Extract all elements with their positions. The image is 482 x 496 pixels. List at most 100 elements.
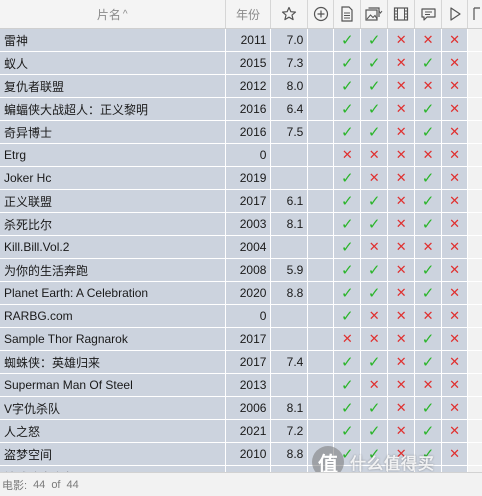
- table-row[interactable]: 为你的生活奔跑 2008 5.9 ✓ ✓ ✕ ✓ ✕: [0, 259, 482, 282]
- cell-nfo: ✕: [334, 144, 362, 166]
- column-header-fanart[interactable]: [388, 0, 416, 28]
- cell-trailer: ✕: [442, 328, 469, 350]
- scrollbar-track[interactable]: [468, 75, 482, 97]
- table-row[interactable]: Joker Hc 2019 ✓ ✕ ✕ ✓ ✕: [0, 167, 482, 190]
- cell-images: ✓: [361, 190, 389, 212]
- scrollbar-track[interactable]: [468, 328, 482, 350]
- table-row[interactable]: Sample Thor Ragnarok 2017 ✕ ✕ ✕ ✓ ✕: [0, 328, 482, 351]
- scrollbar-track[interactable]: [468, 144, 482, 166]
- scrollbar-track[interactable]: [468, 190, 482, 212]
- scrollbar-track[interactable]: [468, 121, 482, 143]
- cell-fanart: ✕: [388, 282, 416, 304]
- cell-rating: [271, 305, 309, 327]
- cell-trailer: ✕: [442, 29, 469, 51]
- cell-nfo: ✓: [334, 282, 362, 304]
- cell-fanart: ✕: [388, 98, 416, 120]
- cell-images: ✓: [361, 29, 389, 51]
- speech-bubble-icon: [420, 8, 436, 21]
- cross-icon: ✕: [395, 331, 407, 346]
- table-row[interactable]: 蜘蛛侠：英雄归来 2017 7.4 ✓ ✓ ✕ ✓ ✕: [0, 351, 482, 374]
- cell-images: ✕: [361, 144, 389, 166]
- cell-blank: [308, 397, 335, 419]
- scrollbar-track[interactable]: [468, 374, 482, 396]
- scrollbar-track[interactable]: [468, 443, 482, 465]
- cell-rating: 6.1: [271, 190, 309, 212]
- table-row[interactable]: 正义联盟 2017 6.1 ✓ ✓ ✕ ✓ ✕: [0, 190, 482, 213]
- table-row[interactable]: 杀死比尔 2003 8.1 ✓ ✓ ✕ ✓ ✕: [0, 213, 482, 236]
- column-header-trailer[interactable]: [442, 0, 469, 28]
- cell-year: 0: [225, 144, 272, 166]
- table-row[interactable]: 复仇者联盟 2012 8.0 ✓ ✓ ✕ ✕ ✕: [0, 75, 482, 98]
- status-label: 电影:: [2, 479, 28, 492]
- cross-icon: ✕: [422, 78, 434, 93]
- scrollbar-track[interactable]: [468, 98, 482, 120]
- cell-trailer: ✕: [442, 121, 469, 143]
- cell-subtitles: ✕: [415, 236, 443, 258]
- cell-nfo: ✓: [334, 420, 362, 442]
- scrollbar-track[interactable]: [468, 236, 482, 258]
- cell-subtitles: ✓: [415, 259, 443, 281]
- column-header-year[interactable]: 年份: [225, 0, 272, 28]
- scrollbar-track[interactable]: [468, 305, 482, 327]
- cell-nfo: ✓: [334, 190, 362, 212]
- check-icon: ✓: [421, 170, 435, 187]
- cell-year: 2015: [225, 52, 272, 74]
- play-icon: [449, 7, 461, 21]
- scrollbar-track[interactable]: [468, 397, 482, 419]
- cell-fanart: ✕: [388, 75, 416, 97]
- cell-images: ✓: [361, 52, 389, 74]
- cell-trailer: ✕: [442, 259, 469, 281]
- scrollbar-track[interactable]: [468, 29, 482, 51]
- cell-subtitles: ✓: [415, 397, 443, 419]
- table-row[interactable]: 蚁人 2015 7.3 ✓ ✓ ✕ ✓ ✕: [0, 52, 482, 75]
- cell-rating: 6.4: [271, 98, 309, 120]
- table-row[interactable]: 蝙蝠侠大战超人：正义黎明 2016 6.4 ✓ ✓ ✕ ✓ ✕: [0, 98, 482, 121]
- cell-title: 复仇者联盟: [0, 75, 226, 97]
- column-header-nfo[interactable]: [334, 0, 362, 28]
- cell-year: 2017: [225, 351, 272, 373]
- table-row[interactable]: V字仇杀队 2006 8.1 ✓ ✓ ✕ ✓ ✕: [0, 397, 482, 420]
- table-row[interactable]: 雷神 2011 7.0 ✓ ✓ ✕ ✕ ✕: [0, 29, 482, 52]
- cell-rating: [271, 236, 309, 258]
- scrollbar-track[interactable]: [468, 213, 482, 235]
- table-row[interactable]: RARBG.com 0 ✓ ✕ ✕ ✕ ✕: [0, 305, 482, 328]
- scrollbar-track[interactable]: [468, 282, 482, 304]
- column-header-images[interactable]: [361, 0, 389, 28]
- check-icon: ✓: [340, 239, 354, 256]
- cell-year: 2008: [225, 259, 272, 281]
- table-row[interactable]: 奇异博士 2016 7.5 ✓ ✓ ✕ ✓ ✕: [0, 121, 482, 144]
- cell-subtitles: ✓: [415, 121, 443, 143]
- cross-icon: ✕: [368, 170, 380, 185]
- check-icon: ✓: [421, 216, 435, 233]
- cell-nfo: ✓: [334, 236, 362, 258]
- cell-trailer: ✕: [442, 443, 469, 465]
- scrollbar-track[interactable]: [468, 167, 482, 189]
- cell-year: 2016: [225, 121, 272, 143]
- table-row[interactable]: Etrg 0 ✕ ✕ ✕ ✕ ✕: [0, 144, 482, 167]
- cross-icon: ✕: [449, 262, 460, 277]
- cell-title: V字仇杀队: [0, 397, 226, 419]
- column-header-title-label: 片名: [96, 7, 121, 22]
- column-header-subtitles[interactable]: [415, 0, 443, 28]
- cell-title: 奇异博士: [0, 121, 226, 143]
- column-header-rating[interactable]: [271, 0, 309, 28]
- scrollbar-track[interactable]: [468, 351, 482, 373]
- cell-images: ✕: [361, 305, 389, 327]
- cross-icon: ✕: [395, 147, 407, 162]
- cell-title: 杀死比尔: [0, 213, 226, 235]
- scrollbar-track[interactable]: [468, 420, 482, 442]
- add-circle-icon: [313, 6, 328, 22]
- cell-nfo: ✕: [334, 328, 362, 350]
- cell-title: 为你的生活奔跑: [0, 259, 226, 281]
- table-row[interactable]: Planet Earth: A Celebration 2020 8.8 ✓ ✓ ✕ ✓ ✕: [0, 282, 482, 305]
- cell-fanart: ✕: [388, 351, 416, 373]
- cross-icon: ✕: [449, 216, 460, 231]
- table-row[interactable]: 人之怒 2021 7.2 ✓ ✓ ✕ ✓ ✕: [0, 420, 482, 443]
- column-header-add[interactable]: [308, 0, 335, 28]
- scrollbar-track[interactable]: [468, 259, 482, 281]
- column-header-title[interactable]: 片名 ^: [0, 0, 226, 28]
- cell-images: ✓: [361, 420, 389, 442]
- table-row[interactable]: Superman Man Of Steel 2013 ✓ ✕ ✕ ✕ ✕: [0, 374, 482, 397]
- scrollbar-track[interactable]: [468, 52, 482, 74]
- table-row[interactable]: Kill.Bill.Vol.2 2004 ✓ ✕ ✕ ✕ ✕: [0, 236, 482, 259]
